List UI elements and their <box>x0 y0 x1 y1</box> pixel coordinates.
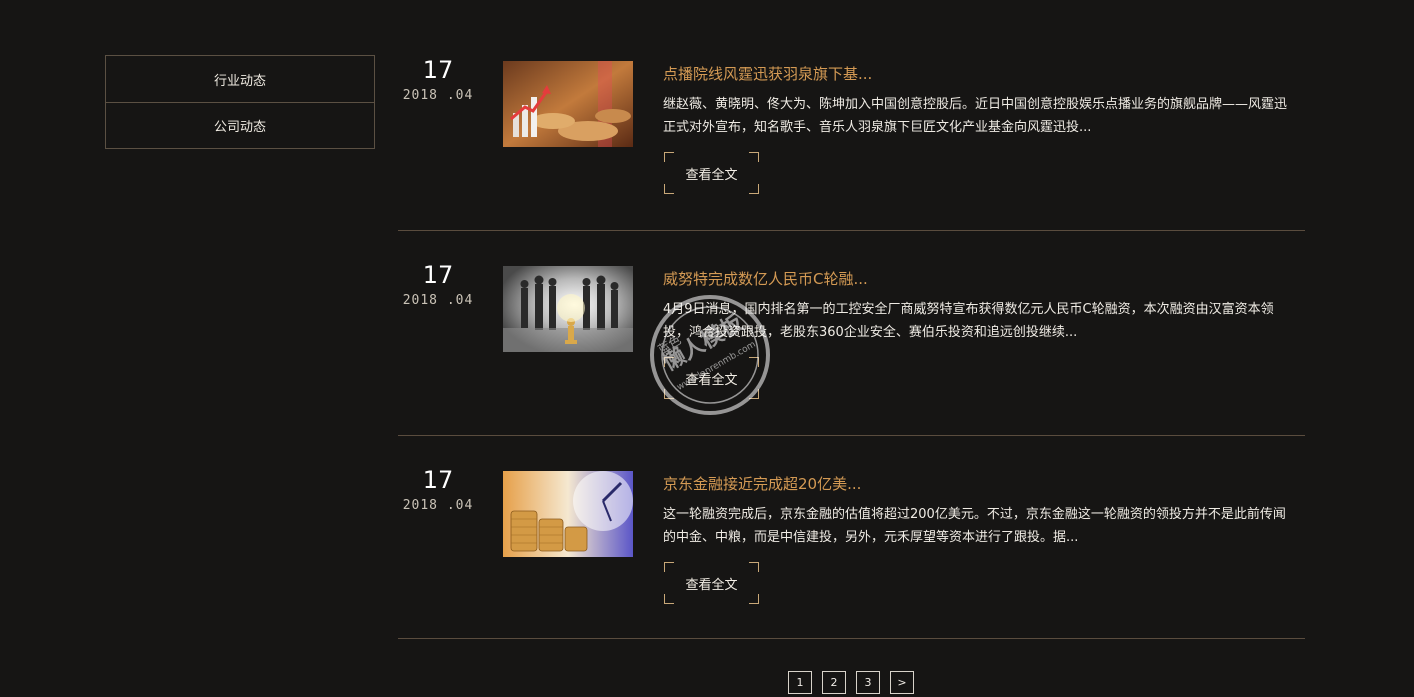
coins-clock-image <box>503 471 633 557</box>
corner-decoration <box>664 562 674 572</box>
list-item: 17 2018 .04 京东金融接近完成超20亿美... 这一轮融资完成后，京东… <box>398 436 1305 639</box>
page-3-button[interactable]: 3 <box>856 671 880 694</box>
news-day: 17 <box>422 56 454 84</box>
corner-decoration <box>664 357 674 367</box>
news-thumbnail[interactable] <box>503 61 633 147</box>
read-more-button[interactable]: 查看全文 <box>664 357 759 399</box>
news-day: 17 <box>422 466 454 494</box>
news-year-month: 2018 .04 <box>402 88 474 103</box>
business-people-chess-image <box>503 266 633 352</box>
news-summary: 继赵薇、黄晓明、佟大为、陈坤加入中国创意控股后。近日中国创意控股娱乐点播业务的旗… <box>663 97 1288 135</box>
news-year-month: 2018 .04 <box>402 498 474 513</box>
corner-decoration <box>749 357 759 367</box>
sidebar-item-label: 公司动态 <box>213 120 266 135</box>
news-date: 17 2018 .04 <box>398 55 478 105</box>
news-title[interactable]: 点播院线风霆迅获羽泉旗下基... <box>663 63 872 84</box>
read-more-button[interactable]: 查看全文 <box>664 562 759 604</box>
next-page-button[interactable]: > <box>890 671 914 694</box>
corner-decoration <box>664 594 674 604</box>
news-thumbnail[interactable] <box>503 471 633 557</box>
corner-decoration <box>749 389 759 399</box>
sidebar-item-industry-news[interactable]: 行业动态 <box>106 56 374 102</box>
read-more-label: 查看全文 <box>685 577 738 593</box>
news-title[interactable]: 京东金融接近完成超20亿美... <box>663 473 861 494</box>
pagination: 1 2 3 > <box>788 671 914 694</box>
read-more-button[interactable]: 查看全文 <box>664 152 759 194</box>
read-more-label: 查看全文 <box>685 372 738 388</box>
news-summary: 4月9日消息，国内排名第一的工控安全厂商威努特宣布获得数亿元人民币C轮融资，本次… <box>663 302 1274 340</box>
coins-chart-image <box>503 61 633 147</box>
news-summary: 这一轮融资完成后，京东金融的估值将超过200亿美元。不过，京东金融这一轮融资的领… <box>663 507 1286 545</box>
corner-decoration <box>749 562 759 572</box>
news-day: 17 <box>422 261 454 289</box>
page-1-button[interactable]: 1 <box>788 671 812 694</box>
category-sidebar: 行业动态 公司动态 <box>105 55 375 149</box>
corner-decoration <box>664 389 674 399</box>
corner-decoration <box>749 594 759 604</box>
sidebar-item-label: 行业动态 <box>213 73 266 89</box>
corner-decoration <box>664 152 674 162</box>
news-date: 17 2018 .04 <box>398 465 478 515</box>
read-more-label: 查看全文 <box>685 167 738 183</box>
list-item: 17 2018 .04 威努特完成数亿人民币C轮融... 4月9日消息，国内排名… <box>398 231 1305 436</box>
sidebar-item-company-news[interactable]: 公司动态 <box>106 102 374 148</box>
page-2-button[interactable]: 2 <box>822 671 846 694</box>
corner-decoration <box>749 184 759 194</box>
corner-decoration <box>664 184 674 194</box>
news-title[interactable]: 威努特完成数亿人民币C轮融... <box>663 268 868 289</box>
list-item: 17 2018 .04 点播院线风霆迅获羽泉旗下基... 继赵薇、黄晓明、佟大为… <box>398 26 1305 231</box>
news-thumbnail[interactable] <box>503 266 633 352</box>
news-year-month: 2018 .04 <box>402 293 474 308</box>
corner-decoration <box>749 152 759 162</box>
news-date: 17 2018 .04 <box>398 260 478 310</box>
